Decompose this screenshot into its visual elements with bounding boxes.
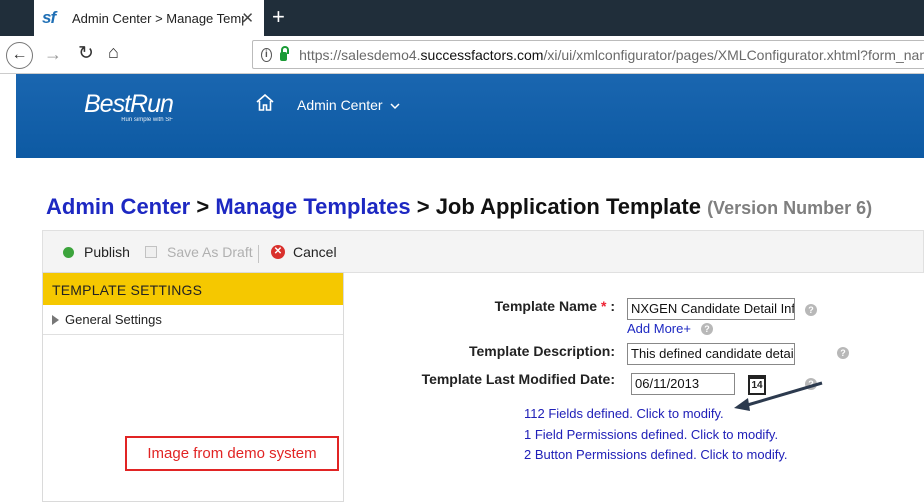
sidebar-item-label: General Settings — [65, 312, 162, 327]
template-modified-date-label: Template Last Modified Date: — [421, 371, 615, 387]
url-domain: successfactors.com — [420, 46, 544, 63]
help-icon[interactable]: ? — [837, 347, 849, 359]
publish-button[interactable]: Publish — [63, 244, 130, 260]
bestrun-logo[interactable]: BestRun Run simple with SF — [84, 90, 174, 123]
close-tab-icon[interactable]: ✕ — [241, 9, 254, 27]
template-form: Template Name * : NXGEN Candidate Detail… — [344, 272, 924, 502]
url-path: /xi/ui/xmlconfigurator/pages/XMLConfigur… — [543, 46, 924, 63]
url-prefix: https://salesdemo4. — [299, 46, 421, 63]
help-icon[interactable]: ? — [805, 304, 817, 316]
cancel-icon: ✕ — [271, 245, 285, 259]
brand-name: BestRun — [84, 90, 174, 118]
lock-icon — [279, 46, 290, 61]
new-tab-icon[interactable]: + — [272, 4, 285, 30]
cancel-label: Cancel — [293, 244, 337, 260]
admin-center-menu-label: Admin Center — [297, 97, 383, 113]
required-mark: * — [600, 298, 607, 314]
successfactors-logo-icon: sf — [42, 8, 56, 27]
breadcrumb-admin-center[interactable]: Admin Center — [46, 194, 190, 219]
button-permissions-link[interactable]: 2 Button Permissions defined. Click to m… — [524, 447, 788, 462]
breadcrumb-current: Job Application Template — [435, 194, 701, 219]
template-name-label: Template Name * : — [495, 298, 615, 314]
breadcrumb-manage-templates[interactable]: Manage Templates — [215, 194, 410, 219]
expand-triangle-icon[interactable] — [52, 314, 59, 325]
browser-nav-bar: ← → ↻ ⌂ i https://salesdemo4. successfact… — [0, 36, 924, 74]
page-title: Admin Center > Manage Templates > Job Ap… — [46, 194, 872, 220]
sidebar-item-general-settings[interactable]: General Settings — [43, 305, 343, 335]
field-permissions-link[interactable]: 1 Field Permissions defined. Click to mo… — [524, 427, 778, 442]
chevron-down-icon — [390, 103, 401, 109]
template-name-input[interactable]: NXGEN Candidate Detail Info — [627, 298, 795, 320]
label-colon: : — [610, 298, 615, 314]
annotation-arrow-icon — [734, 381, 823, 411]
version-number: (Version Number 6) — [707, 198, 873, 218]
help-icon[interactable]: ? — [701, 323, 713, 335]
modified-date-input[interactable]: 06/11/2013 — [631, 373, 735, 395]
info-icon[interactable]: i — [261, 47, 272, 62]
toolbar-divider — [258, 245, 259, 263]
browser-tab-strip: sf Admin Center > Manage Temp ✕ + — [0, 0, 924, 36]
address-bar[interactable]: i https://salesdemo4. successfactors.com /… — [252, 40, 924, 69]
reload-icon[interactable]: ↻ — [78, 42, 94, 65]
template-settings-header: TEMPLATE SETTINGS — [43, 273, 343, 305]
fields-defined-link[interactable]: 112 Fields defined. Click to modify. — [524, 406, 724, 421]
save-as-draft-button[interactable]: Save As Draft — [145, 244, 253, 260]
back-arrow-icon[interactable]: ← — [6, 42, 33, 69]
template-description-input[interactable]: This defined candidate detail — [627, 343, 795, 365]
save-as-draft-label: Save As Draft — [167, 244, 253, 260]
forward-arrow-icon[interactable]: → — [44, 44, 62, 65]
home-icon[interactable]: ⌂ — [108, 42, 119, 63]
browser-tab[interactable]: sf Admin Center > Manage Temp ✕ — [34, 0, 264, 36]
checkmark-icon — [63, 246, 74, 258]
annotation-box: Image from demo system — [125, 436, 339, 471]
brand-tagline: Run simple with SF — [121, 117, 173, 123]
cancel-button[interactable]: ✕ Cancel — [271, 244, 337, 260]
app-header: BestRun Run simple with SF Admin Center — [16, 74, 924, 158]
action-toolbar: Publish Save As Draft ✕ Cancel — [42, 230, 924, 272]
tab-title: Admin Center > Manage Temp — [72, 10, 244, 26]
template-description-label: Template Description: — [469, 343, 615, 359]
breadcrumb-separator: > — [196, 194, 210, 219]
home-icon[interactable] — [256, 93, 274, 116]
admin-center-menu[interactable]: Admin Center — [297, 97, 401, 113]
window-left-strip — [0, 74, 16, 502]
add-more-link[interactable]: Add More+ — [627, 321, 691, 336]
breadcrumb-separator: > — [416, 194, 430, 219]
publish-label: Publish — [84, 244, 130, 260]
template-name-label-text: Template Name — [494, 298, 598, 314]
draft-icon — [145, 246, 157, 258]
